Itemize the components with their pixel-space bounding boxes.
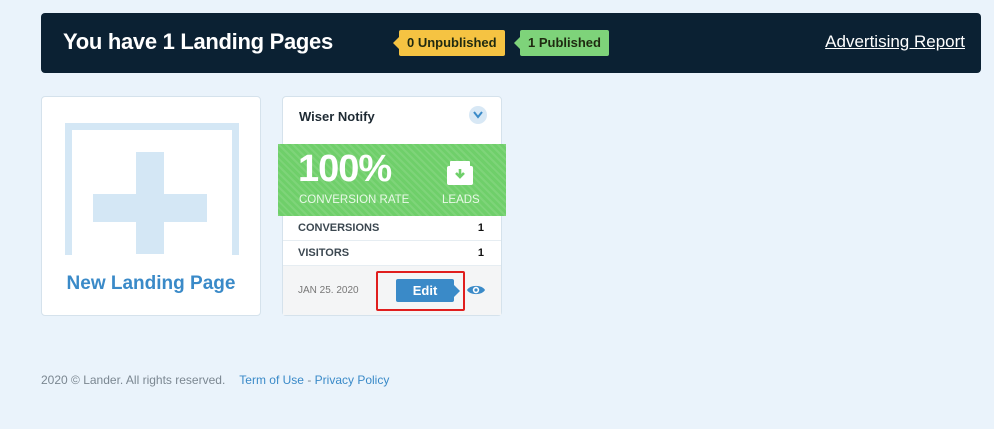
published-badge[interactable]: 1 Published xyxy=(514,30,609,56)
privacy-link[interactable]: Privacy Policy xyxy=(315,373,390,387)
leads-label: LEADS xyxy=(442,194,480,206)
stat-value: 1 xyxy=(477,247,484,259)
copyright-text: 2020 © Lander. All rights reserved. xyxy=(41,373,226,387)
created-date: JAN 25. 2020 xyxy=(298,285,359,296)
conversion-stats-banner: 100% CONVERSION RATE LEADS xyxy=(278,144,506,216)
new-landing-page-label: New Landing Page xyxy=(66,273,236,294)
stat-label: VISITORS xyxy=(298,247,350,259)
top-header-bar: You have 1 Landing Pages 0 Unpublished 1… xyxy=(41,13,981,73)
chevron-down-icon[interactable] xyxy=(469,106,487,124)
leads-inbox-icon xyxy=(447,161,473,185)
landing-page-card: Wiser Notify 100% CONVERSION RATE LEADS … xyxy=(278,96,506,316)
conversion-rate-value: 100% xyxy=(298,148,392,190)
conversion-rate-label: CONVERSION RATE xyxy=(299,194,410,206)
new-landing-page-card[interactable]: New Landing Page xyxy=(41,96,261,316)
page-footer: 2020 © Lander. All rights reserved. Term … xyxy=(41,373,389,387)
stat-row-visitors: VISITORS 1 xyxy=(283,241,501,266)
link-separator: - xyxy=(303,373,315,387)
landing-page-name: Wiser Notify xyxy=(299,109,375,124)
page-title: You have 1 Landing Pages xyxy=(63,29,333,54)
eye-icon[interactable] xyxy=(466,283,486,297)
terms-link[interactable]: Term of Use xyxy=(239,373,304,387)
stat-value: 1 xyxy=(477,222,484,234)
edit-button[interactable]: Edit xyxy=(396,279,460,302)
stat-row-conversions: CONVERSIONS 1 xyxy=(283,216,501,241)
advertising-report-link[interactable]: Advertising Report xyxy=(825,32,965,52)
plus-icon-bar xyxy=(93,194,207,222)
unpublished-badge[interactable]: 0 Unpublished xyxy=(393,30,505,56)
stat-label: CONVERSIONS xyxy=(298,222,380,234)
card-footer: JAN 25. 2020 Edit xyxy=(283,265,501,315)
